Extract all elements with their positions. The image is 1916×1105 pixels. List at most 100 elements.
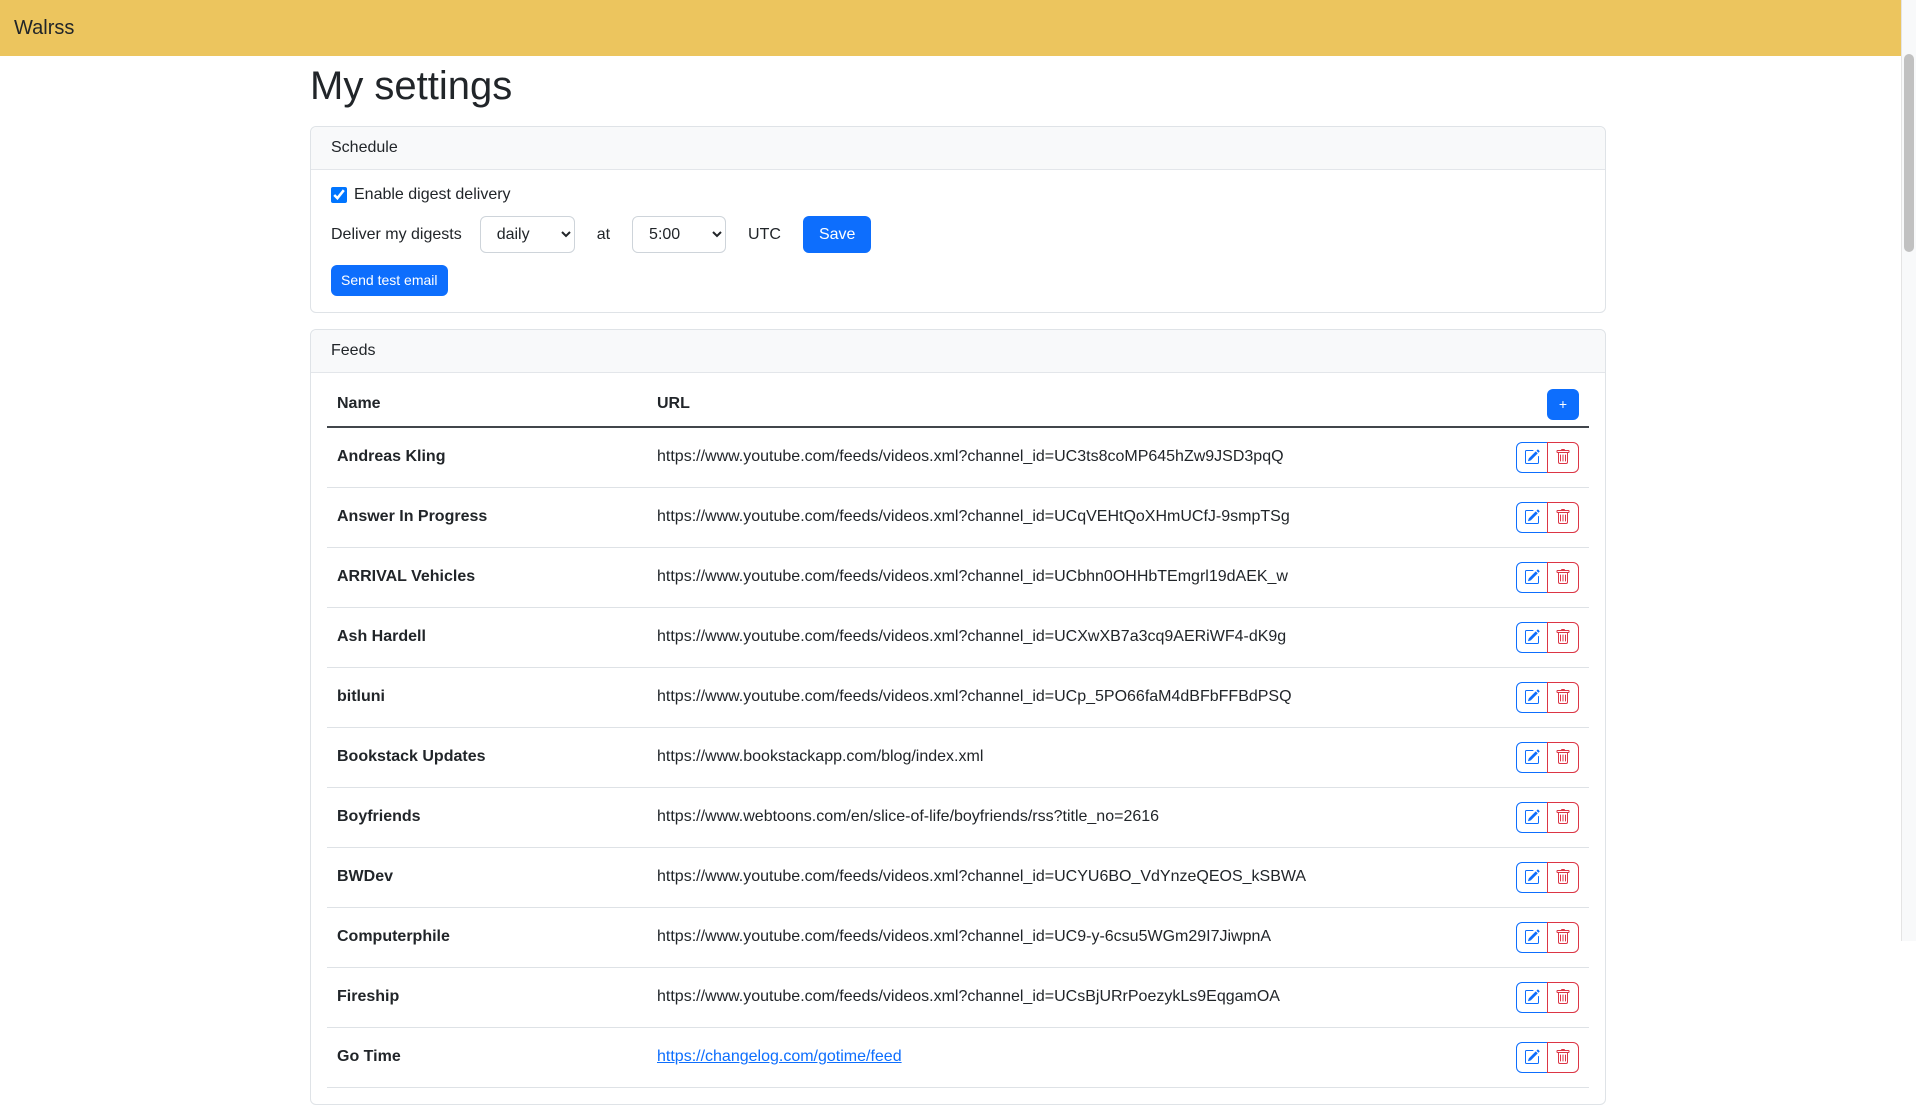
column-header-url: URL: [647, 383, 1459, 427]
pencil-icon: [1524, 629, 1540, 645]
scrollbar[interactable]: [1901, 0, 1916, 941]
delete-feed-button[interactable]: [1547, 1042, 1579, 1073]
trash-icon: [1555, 509, 1571, 525]
feed-actions-cell: [1459, 547, 1589, 607]
feed-url: https://www.youtube.com/feeds/videos.xml…: [647, 547, 1459, 607]
pencil-icon: [1524, 689, 1540, 705]
feed-actions: [1516, 742, 1579, 773]
feed-name: Boyfriends: [327, 787, 647, 847]
trash-icon: [1555, 929, 1571, 945]
add-feed-button[interactable]: +: [1547, 389, 1579, 420]
pencil-icon: [1524, 569, 1540, 585]
feed-actions: [1516, 442, 1579, 473]
delete-feed-button[interactable]: [1547, 742, 1579, 773]
time-select[interactable]: 5:00: [632, 216, 726, 253]
delete-feed-button[interactable]: [1547, 802, 1579, 833]
feed-actions-cell: [1459, 907, 1589, 967]
feed-row: Computerphile https://www.youtube.com/fe…: [327, 907, 1589, 967]
delete-feed-button[interactable]: [1547, 982, 1579, 1013]
navbar-brand[interactable]: Walrss: [14, 17, 74, 40]
pencil-icon: [1524, 509, 1540, 525]
delete-feed-button[interactable]: [1547, 442, 1579, 473]
feed-actions-cell: [1459, 787, 1589, 847]
feed-name: Ash Hardell: [327, 607, 647, 667]
delete-feed-button[interactable]: [1547, 862, 1579, 893]
feed-name: Computerphile: [327, 907, 647, 967]
feed-url: https://www.youtube.com/feeds/videos.xml…: [647, 427, 1459, 488]
pencil-icon: [1524, 449, 1540, 465]
feed-actions-cell: [1459, 967, 1589, 1027]
trash-icon: [1555, 1049, 1571, 1065]
feed-name: bitluni: [327, 667, 647, 727]
page-title: My settings: [310, 62, 1606, 110]
feed-row: BWDev https://www.youtube.com/feeds/vide…: [327, 847, 1589, 907]
feed-row: ARRIVAL Vehicles https://www.youtube.com…: [327, 547, 1589, 607]
enable-digest-checkbox[interactable]: [331, 187, 347, 203]
feeds-table: Name URL + Andreas Kling https://www.you…: [327, 383, 1589, 1088]
delete-feed-button[interactable]: [1547, 502, 1579, 533]
trash-icon: [1555, 749, 1571, 765]
edit-feed-button[interactable]: [1516, 922, 1548, 953]
pencil-icon: [1524, 869, 1540, 885]
feed-actions-cell: [1459, 847, 1589, 907]
feed-actions: [1516, 562, 1579, 593]
feed-actions-cell: [1459, 607, 1589, 667]
delete-feed-button[interactable]: [1547, 562, 1579, 593]
feed-row: Go Time https://changelog.com/gotime/fee…: [327, 1027, 1589, 1087]
schedule-card-header: Schedule: [311, 127, 1605, 170]
pencil-icon: [1524, 749, 1540, 765]
trash-icon: [1555, 809, 1571, 825]
feed-row: Boyfriends https://www.webtoons.com/en/s…: [327, 787, 1589, 847]
edit-feed-button[interactable]: [1516, 622, 1548, 653]
feeds-card-header: Feeds: [311, 330, 1605, 373]
pencil-icon: [1524, 1049, 1540, 1065]
frequency-select[interactable]: daily: [480, 216, 575, 253]
feed-actions-cell: [1459, 667, 1589, 727]
trash-icon: [1555, 629, 1571, 645]
edit-feed-button[interactable]: [1516, 742, 1548, 773]
edit-feed-button[interactable]: [1516, 1042, 1548, 1073]
feed-name: BWDev: [327, 847, 647, 907]
feed-actions-cell: [1459, 487, 1589, 547]
delete-feed-button[interactable]: [1547, 922, 1579, 953]
feed-url: https://www.webtoons.com/en/slice-of-lif…: [647, 787, 1459, 847]
delete-feed-button[interactable]: [1547, 682, 1579, 713]
feed-actions: [1516, 1042, 1579, 1073]
edit-feed-button[interactable]: [1516, 982, 1548, 1013]
feed-actions-cell: [1459, 427, 1589, 488]
delete-feed-button[interactable]: [1547, 622, 1579, 653]
feed-name: ARRIVAL Vehicles: [327, 547, 647, 607]
edit-feed-button[interactable]: [1516, 802, 1548, 833]
feed-row: Fireship https://www.youtube.com/feeds/v…: [327, 967, 1589, 1027]
trash-icon: [1555, 989, 1571, 1005]
scrollbar-thumb[interactable]: [1904, 54, 1914, 252]
edit-feed-button[interactable]: [1516, 502, 1548, 533]
enable-digest-label[interactable]: Enable digest delivery: [354, 186, 511, 204]
feed-url: https://www.youtube.com/feeds/videos.xml…: [647, 607, 1459, 667]
edit-feed-button[interactable]: [1516, 862, 1548, 893]
edit-feed-button[interactable]: [1516, 562, 1548, 593]
schedule-card-body: Enable digest delivery Deliver my digest…: [311, 170, 1605, 312]
column-header-name: Name: [327, 383, 647, 427]
send-test-email-button[interactable]: Send test email: [331, 265, 448, 296]
feed-actions-cell: [1459, 727, 1589, 787]
feed-actions: [1516, 982, 1579, 1013]
feed-actions-cell: [1459, 1027, 1589, 1087]
trash-icon: [1555, 689, 1571, 705]
feed-name: Andreas Kling: [327, 427, 647, 488]
feed-row: bitluni https://www.youtube.com/feeds/vi…: [327, 667, 1589, 727]
trash-icon: [1555, 449, 1571, 465]
feed-actions: [1516, 802, 1579, 833]
feed-actions: [1516, 622, 1579, 653]
trash-icon: [1555, 569, 1571, 585]
feed-url: https://www.youtube.com/feeds/videos.xml…: [647, 667, 1459, 727]
edit-feed-button[interactable]: [1516, 682, 1548, 713]
save-button[interactable]: Save: [803, 216, 871, 253]
edit-feed-button[interactable]: [1516, 442, 1548, 473]
navbar: Walrss: [0, 0, 1916, 56]
feed-url: https://www.youtube.com/feeds/videos.xml…: [647, 967, 1459, 1027]
pencil-icon: [1524, 809, 1540, 825]
feed-url: https://changelog.com/gotime/feed: [647, 1027, 1459, 1087]
feed-name: Bookstack Updates: [327, 727, 647, 787]
feed-name: Answer In Progress: [327, 487, 647, 547]
